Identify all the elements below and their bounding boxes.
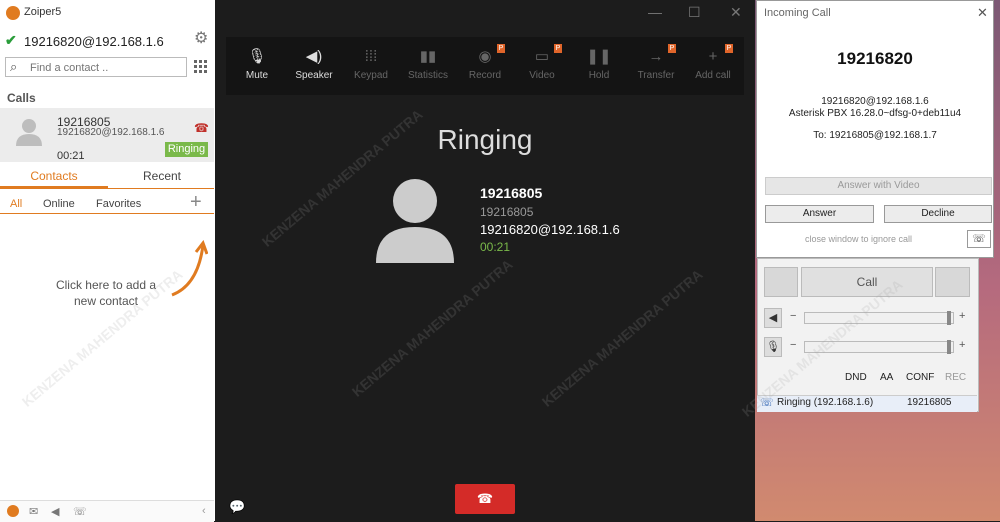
statistics-button[interactable]: ▮▮ Statistics [400,37,456,95]
message-icon[interactable] [935,267,970,297]
mute-button[interactable]: 🎙 Mute [229,37,285,95]
slider-thumb[interactable] [947,311,951,325]
zoiper-logo-icon [6,6,20,20]
record-button[interactable]: P ◉ Record [457,37,513,95]
incoming-address: 19216820@192.168.1.6 [821,96,929,107]
ignore-hint: close window to ignore call [805,234,913,244]
speaker-icon: ◀ [764,308,782,328]
minimize-icon[interactable]: — [648,4,662,20]
premium-badge: P [497,44,505,53]
caller-number: 19216805 [480,205,534,219]
status-right: 19216805 [907,397,952,408]
chat-icon[interactable]: 💬 [229,499,245,515]
hangup-button[interactable]: ☎ [455,484,515,514]
hold-button[interactable]: ❚❚ Hold [571,37,627,95]
incoming-number: 19216820 [837,49,913,68]
mic-icon: 🎙 [764,337,782,357]
incoming-to: To: 19216805@192.168.1.7 [813,130,937,141]
registered-check-icon: ✔ [5,32,17,48]
app-title: Zoiper5 [24,6,62,18]
mail-icon[interactable]: ✉ [29,505,38,518]
decline-button[interactable]: Decline [884,205,992,223]
webcam-icon[interactable] [764,267,798,297]
mic-volume-slider[interactable]: 🎙 − + [764,337,970,357]
add-contact-hint[interactable]: Click here to add a new contact [50,277,162,309]
dialpad-icon[interactable] [194,60,208,74]
aa-button[interactable]: AA [880,372,893,383]
rec-button[interactable]: REC [945,372,966,383]
chevron-left-icon[interactable]: ‹ [202,505,206,517]
tab-recent[interactable]: Recent [110,166,214,188]
speaker-button[interactable]: ◀) Speaker [286,37,342,95]
add-call-button[interactable]: P + Add call [685,37,741,95]
caller-name: 19216805 [480,185,543,201]
close-icon[interactable]: ✕ [730,4,742,21]
hangup-icon[interactable]: ☎ [194,121,209,135]
mic-off-icon: 🎙 [247,48,267,65]
transfer-button[interactable]: P → Transfer [628,37,684,95]
call-state-title: Ringing [437,124,533,155]
premium-badge: P [725,44,733,53]
speaker-icon: ◀) [305,48,323,65]
divider [0,188,214,189]
status-left: Ringing (192.168.1.6) [777,397,874,408]
hangup-icon: ☎ [476,491,494,506]
divider [0,213,214,214]
keypad-button[interactable]: ⁞⁞⁞ Keypad [343,37,399,95]
pause-icon: ❚❚ [586,48,612,65]
caller-sip: 19216820@192.168.1.6 [480,222,620,237]
slider-thumb[interactable] [947,340,951,354]
video-button[interactable]: P ▭ Video [514,37,570,95]
volume-plus: + [959,310,966,322]
bar-chart-icon: ▮▮ [419,48,437,65]
search-icon: ⌕ [10,59,18,74]
phone-icon[interactable]: ☏ [73,505,87,518]
calls-header: Calls [7,91,36,105]
call-button[interactable]: Call [801,267,933,297]
conf-button[interactable]: CONF [906,372,934,383]
call-timer: 00:21 [480,240,511,254]
incoming-server: Asterisk PBX 16.28.0~dfsg-0+deb11u4 [788,108,962,119]
add-contact-icon[interactable]: + [190,191,202,214]
volume-minus: − [790,339,797,351]
status-badge: Ringing [165,142,208,157]
answer-video-button[interactable]: Answer with Video [765,177,992,195]
filter-all[interactable]: All [10,198,22,210]
zoiper-icon[interactable] [7,505,19,517]
premium-badge: P [554,44,562,53]
filter-favorites[interactable]: Favorites [96,198,141,210]
close-icon[interactable]: ✕ [977,5,988,21]
speaker-volume-slider[interactable]: ◀ − + [764,308,970,328]
volume-minus: − [790,310,797,322]
filter-online[interactable]: Online [43,198,75,210]
account-label: 19216820@192.168.1.6 [24,34,164,49]
dnd-button[interactable]: DND [845,372,867,383]
slider-track[interactable] [804,341,954,353]
transfer-icon[interactable]: ☏ [967,230,991,248]
search-input[interactable] [28,58,187,78]
gear-icon[interactable]: ⚙ [194,31,210,47]
avatar-icon [16,119,42,146]
volume-icon[interactable]: ◀ [51,505,59,518]
volume-plus: + [959,339,966,351]
tab-contacts[interactable]: Contacts [0,166,108,188]
incoming-window-title: Incoming Call [764,7,831,19]
answer-button[interactable]: Answer [765,205,874,223]
arrow-icon [171,240,208,297]
call-duration: 00:21 [57,150,85,162]
maximize-icon[interactable]: ☐ [688,4,701,21]
premium-badge: P [668,44,676,53]
phone-icon: ☏ [760,397,774,409]
slider-track[interactable] [804,312,954,324]
keypad-icon: ⁞⁞⁞ [364,48,378,65]
avatar-icon [376,179,454,263]
call-address: 19216820@192.168.1.6 [57,127,165,138]
